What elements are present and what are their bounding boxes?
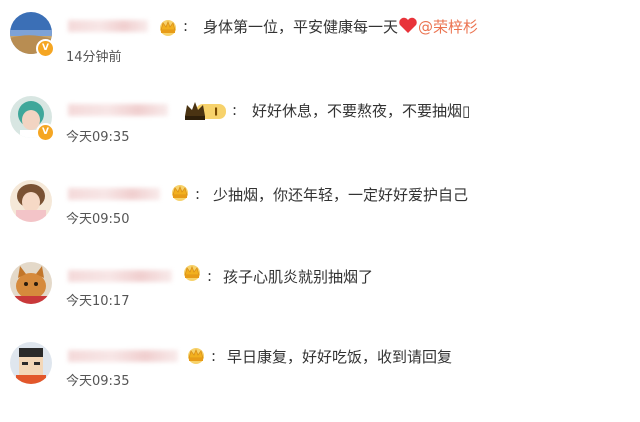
- verified-badge-icon: V: [36, 39, 55, 58]
- colon-separator: :: [195, 185, 201, 203]
- comment-item: : 早日康复，好好吃饭，收到请回复 今天09:35: [0, 342, 640, 422]
- vip-level: I: [214, 106, 218, 119]
- comment-time: 今天09:50: [66, 212, 130, 227]
- comment-text: 早日康复，好好吃饭，收到请回复: [227, 348, 453, 366]
- trailing-glyph: ▯: [462, 102, 471, 120]
- colon-separator: :: [232, 101, 238, 119]
- comment-time: 今天09:35: [66, 374, 130, 389]
- comment-item: : 孩子心肌炎就别抽烟了 今天10:17: [0, 262, 640, 342]
- comment-time: 今天10:17: [66, 294, 130, 309]
- username-redacted[interactable]: [68, 188, 160, 200]
- comment-text: 孩子心肌炎就别抽烟了: [223, 268, 374, 286]
- colon-separator: :: [207, 267, 213, 285]
- crown-icon: [188, 348, 204, 364]
- comment-item: : 少抽烟，你还年轻，一定好好爱护自己 今天09:50: [0, 180, 640, 260]
- comment-time: 14分钟前: [66, 50, 122, 65]
- comment-text: 少抽烟，你还年轻，一定好好爱护自己: [213, 186, 469, 204]
- comment-body: 好好休息，不要熬夜，不要抽烟: [252, 102, 463, 120]
- comment-item: V : 身体第一位，平安健康每一天 @荣梓杉 14分钟前: [0, 12, 640, 92]
- crown-icon: [172, 185, 188, 201]
- mention-link[interactable]: @荣梓杉: [418, 18, 478, 36]
- vip-crown-icon: I: [185, 102, 226, 120]
- girl-avatar[interactable]: [10, 180, 52, 222]
- heart-icon: [399, 17, 417, 33]
- colon-separator: :: [183, 17, 189, 35]
- comment-body: 身体第一位，平安健康每一天: [203, 18, 399, 36]
- username-redacted[interactable]: [68, 270, 172, 282]
- username-redacted[interactable]: [68, 20, 148, 32]
- colon-separator: :: [211, 347, 217, 365]
- crown-icon: [184, 265, 200, 281]
- comment-item: V I : 好好休息，不要熬夜，不要抽烟▯ 今天09:35: [0, 96, 640, 176]
- username-redacted[interactable]: [68, 104, 168, 116]
- cat-avatar[interactable]: [10, 262, 52, 304]
- comment-text: 身体第一位，平安健康每一天 @荣梓杉: [203, 16, 478, 37]
- comment-time: 今天09:35: [66, 130, 130, 145]
- verified-badge-icon: V: [36, 123, 55, 142]
- cartoon-boy-avatar[interactable]: [10, 342, 52, 384]
- comment-text: 好好休息，不要熬夜，不要抽烟▯: [252, 100, 470, 121]
- username-redacted[interactable]: [68, 350, 178, 362]
- crown-icon: [160, 20, 176, 36]
